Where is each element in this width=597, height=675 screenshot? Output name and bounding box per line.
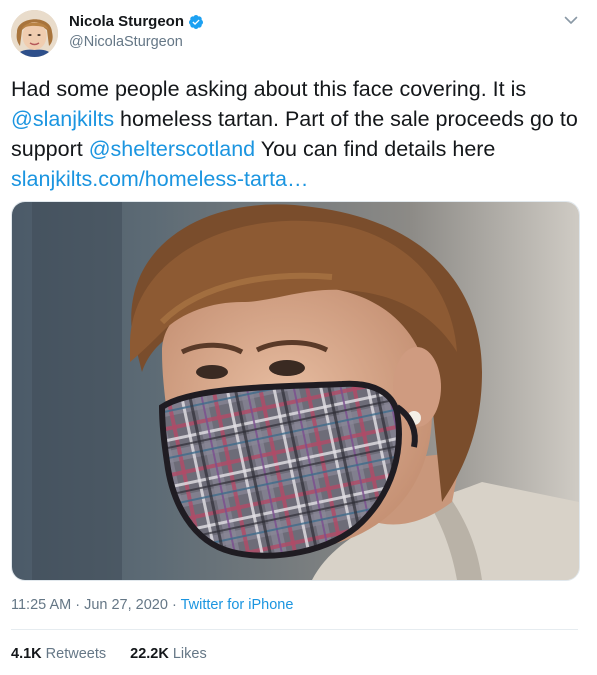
tweet-text-part: You can find details here [255, 137, 496, 161]
retweets-label: Retweets [45, 646, 107, 662]
author-name-row[interactable]: Nicola Sturgeon [69, 13, 204, 30]
photo-illustration [12, 202, 579, 580]
avatar-image [11, 10, 58, 57]
mention-link-shelterscotland[interactable]: @shelterscotland [89, 137, 255, 161]
likes-stat[interactable]: 22.2K Likes [130, 646, 207, 662]
tweet-media-photo[interactable] [11, 201, 580, 581]
timestamp[interactable]: 11:25 AM · Jun 27, 2020 [11, 597, 168, 613]
likes-label: Likes [172, 646, 207, 662]
tweet-meta: 11:25 AM · Jun 27, 2020 · Twitter for iP… [11, 597, 293, 613]
tweet-text: Had some people asking about this face c… [11, 74, 581, 194]
verified-badge-icon [189, 14, 204, 29]
chevron-down-icon[interactable] [563, 12, 579, 28]
avatar[interactable] [11, 10, 58, 57]
mention-link-slanjkilts[interactable]: @slanjkilts [11, 107, 114, 131]
likes-count: 22.2K [130, 646, 169, 662]
author-handle[interactable]: @NicolaSturgeon [69, 34, 183, 50]
source-link[interactable]: Twitter for iPhone [181, 597, 294, 613]
display-name[interactable]: Nicola Sturgeon [69, 13, 184, 30]
tweet-card: Nicola Sturgeon @NicolaSturgeon Had some… [0, 0, 597, 675]
tweet-stats: 4.1K Retweets 22.2K Likes [11, 646, 207, 662]
retweets-stat[interactable]: 4.1K Retweets [11, 646, 106, 662]
tweet-text-part: Had some people asking about this face c… [11, 77, 527, 101]
divider [11, 629, 578, 630]
retweets-count: 4.1K [11, 646, 42, 662]
meta-separator: · [167, 597, 181, 613]
url-link[interactable]: slanjkilts.com/homeless-tarta… [11, 167, 309, 191]
